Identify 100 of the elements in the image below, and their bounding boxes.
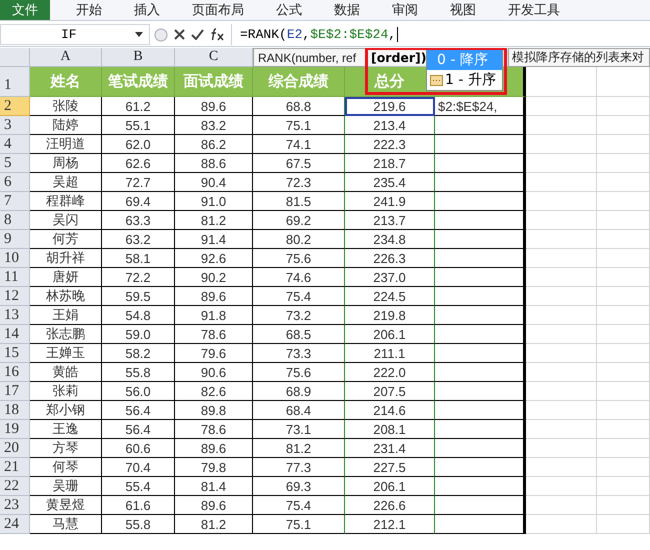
table-cell: 80.2 [253, 230, 345, 249]
row-header[interactable]: 14 [0, 325, 30, 344]
empty-cell [597, 173, 650, 192]
menu-tab[interactable]: 视图 [438, 0, 488, 20]
value-icon [430, 74, 443, 86]
table-cell: 75.4 [253, 287, 345, 306]
row-header[interactable]: 8 [0, 211, 30, 230]
table-cell: 91.0 [175, 192, 253, 211]
enter-check-icon[interactable] [191, 29, 204, 40]
table-cell: 吴珊 [30, 477, 102, 496]
row-header[interactable]: 1 [0, 67, 30, 97]
table-cell: 79.8 [175, 458, 253, 477]
column-header[interactable]: B [102, 48, 175, 67]
row-header[interactable]: 18 [0, 401, 30, 420]
row-header[interactable]: 12 [0, 287, 30, 306]
table-cell: 63.3 [102, 211, 175, 230]
menu-tab[interactable]: 审阅 [380, 0, 430, 20]
table-cell: 83.2 [175, 116, 253, 135]
cell-edit-text[interactable]: $2:$E$24, [435, 97, 526, 116]
table-cell: 程群峰 [30, 192, 102, 211]
row-header[interactable]: 22 [0, 477, 30, 496]
row-header[interactable]: 3 [0, 116, 30, 135]
row-header[interactable]: 20 [0, 439, 30, 458]
row-header[interactable]: 23 [0, 496, 30, 515]
table-cell: 胡升祥 [30, 249, 102, 268]
table-cell: 237.0 [345, 268, 435, 287]
menu-tab[interactable]: 文件 [0, 0, 50, 20]
table-cell: 69.2 [253, 211, 345, 230]
empty-cell [597, 268, 650, 287]
table-cell: 73.1 [253, 420, 345, 439]
row-header[interactable]: 9 [0, 230, 30, 249]
column-header[interactable]: A [30, 48, 102, 67]
table-cell: 68.8 [253, 97, 345, 116]
table-cell: 75.1 [253, 116, 345, 135]
table-cell: 62.6 [102, 154, 175, 173]
table-cell: 72.3 [253, 173, 345, 192]
empty-cell [597, 477, 650, 496]
insert-function-icon[interactable] [210, 28, 225, 41]
empty-cell [597, 344, 650, 363]
table-cell: 56.0 [102, 382, 175, 401]
row-header[interactable]: 19 [0, 420, 30, 439]
row-header[interactable]: 4 [0, 135, 30, 154]
table-cell: 81.2 [175, 515, 253, 534]
table-cell: 王逸 [30, 420, 102, 439]
table-cell: 89.6 [175, 287, 253, 306]
menu-tab[interactable]: 页面布局 [180, 0, 256, 20]
table-cell: 69.3 [253, 477, 345, 496]
menu-tab[interactable]: 插入 [122, 0, 172, 20]
table-cell: 何芳 [30, 230, 102, 249]
table-cell: 王婵玉 [30, 344, 102, 363]
empty-cell [526, 154, 597, 173]
menu-tab[interactable]: 开始 [64, 0, 114, 20]
formula-field[interactable]: =RANK(E2,$E$2:$E$24, [232, 27, 398, 42]
table-cell: 89.6 [175, 496, 253, 515]
description-tooltip: 模拟降序存储的列表来对 [508, 48, 650, 67]
table-cell: 213.7 [345, 211, 435, 230]
empty-cell [526, 477, 597, 496]
empty-cell [597, 230, 650, 249]
table-cell: 222.0 [345, 363, 435, 382]
row-header[interactable]: 2 [0, 97, 30, 116]
row-header[interactable]: 17 [0, 382, 30, 401]
table-cell: 213.4 [345, 116, 435, 135]
table-cell: 82.6 [175, 382, 253, 401]
table-cell: 55.8 [102, 515, 175, 534]
table-cell: 89.6 [175, 97, 253, 116]
empty-cell [526, 496, 597, 515]
menu-tab[interactable]: 开发工具 [496, 0, 572, 20]
table-cell: 88.6 [175, 154, 253, 173]
table-cell: 68.4 [253, 401, 345, 420]
row-header[interactable]: 16 [0, 363, 30, 382]
table-cell: 234.8 [345, 230, 435, 249]
row-header[interactable]: 6 [0, 173, 30, 192]
row-header[interactable]: 13 [0, 306, 30, 325]
column-header[interactable]: C [175, 48, 253, 67]
row-header[interactable]: 10 [0, 249, 30, 268]
menu-tab[interactable]: 数据 [322, 0, 372, 20]
table-cell: 王娟 [30, 306, 102, 325]
row-header[interactable]: 11 [0, 268, 30, 287]
table-cell: 90.2 [175, 268, 253, 287]
row-header[interactable]: 24 [0, 515, 30, 534]
row-header[interactable]: 5 [0, 154, 30, 173]
row-header[interactable]: 7 [0, 192, 30, 211]
empty-cell [597, 192, 650, 211]
table-cell: 59.5 [102, 287, 175, 306]
menu-tab[interactable]: 公式 [264, 0, 314, 20]
empty-cell [526, 344, 597, 363]
table-cell: 74.1 [253, 135, 345, 154]
table-cell: 55.8 [102, 363, 175, 382]
empty-cell [597, 211, 650, 230]
table-cell: 吴超 [30, 173, 102, 192]
active-cell: 219.6 [345, 97, 435, 116]
table-cell: 226.6 [345, 496, 435, 515]
cancel-icon[interactable] [174, 29, 185, 40]
row-header[interactable]: 21 [0, 458, 30, 477]
empty-cell [597, 439, 650, 458]
name-box[interactable]: IF [0, 24, 150, 45]
table-cell: 86.2 [175, 135, 253, 154]
row-header[interactable]: 15 [0, 344, 30, 363]
header-cell: 姓名 [30, 67, 102, 97]
dropdown-caret-icon[interactable] [135, 32, 143, 37]
